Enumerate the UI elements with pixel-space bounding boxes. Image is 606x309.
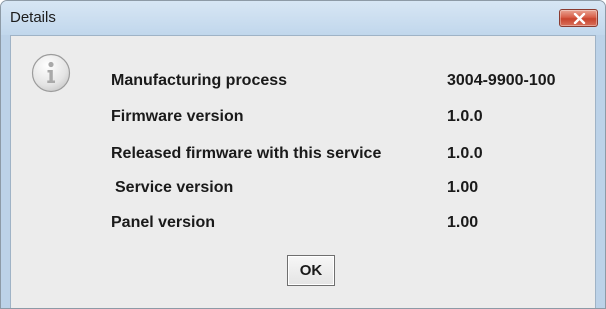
window-title: Details (10, 9, 56, 26)
close-button[interactable] (559, 9, 598, 27)
firmware-version-label: Firmware version (111, 108, 244, 125)
details-dialog: Details Manufacturing process 3004-9900-… (0, 0, 606, 309)
title-bar[interactable]: Details (1, 1, 605, 35)
dialog-content: Manufacturing process 3004-9900-100 Firm… (10, 35, 596, 308)
panel-version-value: 1.00 (447, 214, 479, 231)
info-icon (31, 53, 71, 93)
ok-button[interactable]: OK (287, 255, 335, 286)
released-firmware-label: Released firmware with this service (111, 145, 382, 162)
service-version-value: 1.00 (447, 179, 479, 196)
service-version-label: Service version (115, 179, 234, 196)
panel-version-label: Panel version (111, 214, 216, 231)
manufacturing-process-label: Manufacturing process (111, 72, 288, 89)
close-icon (573, 13, 586, 24)
manufacturing-process-value: 3004-9900-100 (447, 72, 556, 89)
released-firmware-value: 1.0.0 (447, 145, 483, 162)
firmware-version-value: 1.0.0 (447, 108, 483, 125)
